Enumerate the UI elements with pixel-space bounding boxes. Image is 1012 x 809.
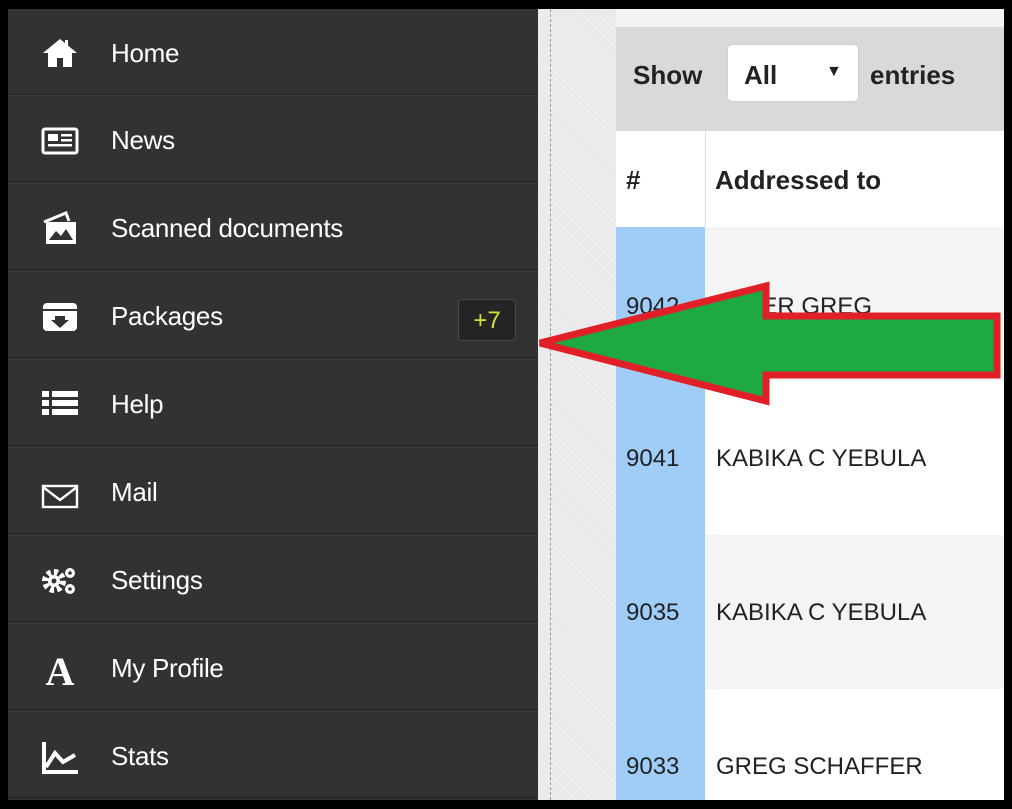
entries-label: entries [870, 60, 956, 90]
font-a-icon: A [40, 648, 80, 688]
sidebar-item-label: Home [111, 38, 180, 68]
list-icon [40, 384, 80, 424]
sidebar-item-label: Help [111, 389, 164, 419]
app-window: Home News Scanned documents Packages +7 [8, 9, 1004, 800]
gears-icon [40, 560, 80, 600]
gutter-divider [550, 9, 551, 800]
sidebar: Home News Scanned documents Packages +7 [8, 9, 538, 800]
row-id: 9041 [626, 445, 680, 472]
sidebar-item-home[interactable]: Home [8, 9, 538, 95]
chevron-down-icon: ▼ [826, 63, 842, 80]
sidebar-item-help[interactable]: Help [8, 359, 538, 446]
entries-select[interactable]: All ▼ [727, 44, 859, 102]
table-header: # Addressed to [616, 131, 1004, 228]
sidebar-item-mail[interactable]: Mail [8, 447, 538, 534]
sidebar-item-label: News [111, 125, 175, 155]
sidebar-item-label: Scanned documents [111, 213, 343, 243]
package-icon [40, 296, 80, 336]
sidebar-item-label: My Profile [111, 653, 224, 683]
table-row[interactable]: 9035 KABIKA C YEBULA [616, 535, 1004, 689]
column-header-addressed-to[interactable]: Addressed to [715, 165, 881, 196]
sidebar-item-packages[interactable]: Packages +7 [8, 271, 538, 358]
entries-select-value: All [744, 60, 778, 90]
packages-table-panel: Show All ▼ entries # Addressed to 9042 A… [616, 27, 1004, 800]
packages-count-badge: +7 [458, 299, 516, 341]
sidebar-item-label: Settings [111, 565, 203, 595]
column-divider [705, 131, 706, 227]
table-toolbar: Show All ▼ entries [616, 27, 1004, 132]
row-id: 9042 [626, 293, 680, 320]
home-icon [40, 33, 80, 73]
sidebar-item-label: Packages [111, 301, 223, 331]
table-row[interactable]: 9033 GREG SCHAFFER [616, 689, 1004, 800]
sidebar-item-label: Stats [111, 741, 169, 771]
scanned-docs-icon [40, 208, 80, 248]
table-row[interactable]: 9042 AFFER GREG [616, 227, 1004, 381]
sidebar-item-stats[interactable]: Stats [8, 711, 538, 798]
sidebar-item-scanned-documents[interactable]: Scanned documents [8, 183, 538, 270]
sidebar-item-news[interactable]: News [8, 95, 538, 182]
sidebar-item-label: Mail [111, 477, 158, 507]
svg-text:A: A [46, 649, 75, 688]
row-id: 9033 [626, 753, 680, 780]
row-addressed-to: GREG SCHAFFER [716, 753, 923, 780]
column-header-id[interactable]: # [626, 165, 640, 196]
sidebar-item-my-profile[interactable]: A My Profile [8, 623, 538, 710]
row-addressed-to: KABIKA C YEBULA [716, 599, 927, 626]
row-addressed-to: AFFER GREG [716, 293, 873, 320]
row-addressed-to: KABIKA C YEBULA [716, 445, 927, 472]
sidebar-item-settings[interactable]: Settings [8, 535, 538, 622]
panel-gutter [538, 9, 616, 800]
show-label: Show [633, 60, 703, 90]
row-id: 9035 [626, 599, 680, 626]
table-row[interactable]: 9041 KABIKA C YEBULA [616, 381, 1004, 535]
line-chart-icon [40, 736, 80, 776]
newspaper-icon [40, 120, 80, 160]
envelope-icon [40, 472, 80, 512]
